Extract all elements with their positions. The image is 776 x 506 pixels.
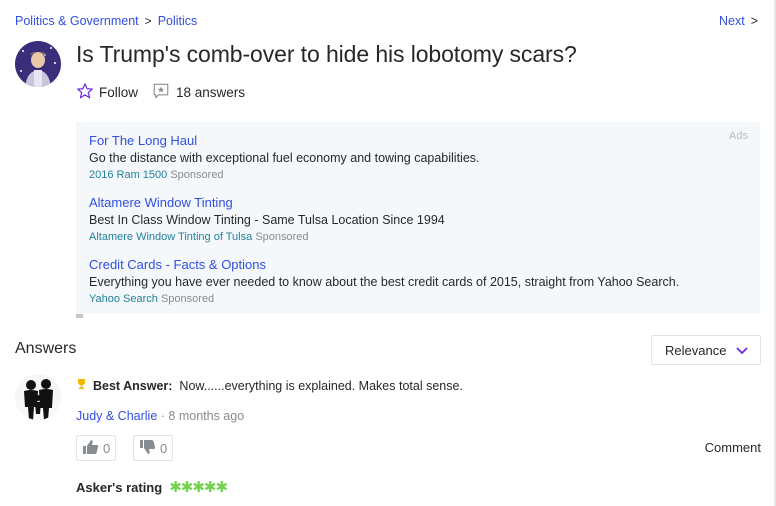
ad-source[interactable]: Yahoo Search — [89, 293, 158, 305]
ad-source-line: Yahoo Search Sponsored — [89, 293, 679, 305]
asker-avatar[interactable] — [15, 41, 61, 87]
answer-author-name[interactable]: Judy & Charlie — [76, 409, 157, 423]
chevron-down-icon — [736, 343, 748, 358]
question-title: Is Trump's comb-over to hide his lobotom… — [76, 41, 577, 67]
ad-sponsored-label: Sponsored — [255, 231, 309, 243]
breadcrumb-subcategory[interactable]: Politics — [158, 14, 198, 28]
ad-title[interactable]: For The Long Haul — [89, 133, 480, 148]
asker-rating: Asker's rating ✱✱✱✱✱ — [76, 478, 229, 496]
follow-button[interactable]: Follow — [76, 82, 138, 103]
best-answer: Best Answer: Now......everything is expl… — [76, 378, 463, 393]
ad-description: Best In Class Window Tinting - Same Tuls… — [89, 213, 445, 227]
rating-star-icon: ✱ — [192, 479, 205, 496]
ads-panel: Ads For The Long Haul Go the distance wi… — [76, 122, 760, 318]
question-actions: Follow 18 answers — [76, 82, 245, 103]
upvote-count: 0 — [103, 440, 111, 456]
next-label: Next — [718, 14, 745, 28]
breadcrumb: Politics & Government > Politics — [15, 14, 197, 28]
star-outline-icon — [76, 82, 94, 103]
rating-star-icon: ✱ — [203, 479, 217, 496]
next-chevron-icon: > — [750, 14, 758, 28]
next-question-link[interactable]: Next > — [719, 14, 758, 28]
rating-star-icon: ✱ — [180, 479, 194, 496]
rating-stars: ✱✱✱✱✱ — [169, 478, 229, 496]
breadcrumb-category[interactable]: Politics & Government — [15, 14, 139, 28]
ad-source[interactable]: Altamere Window Tinting of Tulsa — [89, 231, 252, 243]
answerer-avatar[interactable] — [15, 374, 61, 420]
ad-title[interactable]: Credit Cards - Facts & Options — [89, 257, 679, 272]
rating-label: Asker's rating — [76, 479, 163, 495]
ad-source[interactable]: 2016 Ram 1500 — [89, 169, 167, 181]
ad-sponsored-label: Sponsored — [160, 293, 215, 305]
ad-source-line: Altamere Window Tinting of Tulsa Sponsor… — [89, 231, 445, 243]
sort-dropdown[interactable]: Relevance — [651, 335, 761, 365]
ad-item[interactable]: Altamere Window Tinting Best In Class Wi… — [89, 195, 445, 243]
answers-count[interactable]: 18 answers — [152, 82, 245, 103]
thumbs-down-icon — [139, 439, 156, 458]
answers-heading: Answers — [15, 340, 77, 357]
ad-source-line: 2016 Ram 1500 Sponsored — [89, 169, 480, 181]
answer-time: · 8 months ago — [157, 409, 245, 423]
ad-item[interactable]: For The Long Haul Go the distance with e… — [89, 133, 480, 181]
rating-star-icon: ✱ — [215, 479, 229, 496]
ad-description: Everything you have ever needed to know … — [89, 275, 680, 289]
breadcrumb-separator: > — [144, 14, 152, 28]
speech-bubble-star-icon — [152, 82, 170, 103]
thumbs-up-icon — [82, 439, 99, 458]
upvote-button[interactable]: 0 — [76, 435, 117, 461]
answers-count-label: 18 answers — [176, 85, 246, 100]
trophy-icon — [76, 378, 87, 393]
ad-scroll-marker — [76, 314, 83, 318]
best-answer-label: Best Answer: — [93, 378, 173, 393]
ad-title[interactable]: Altamere Window Tinting — [89, 195, 445, 210]
ads-label: Ads — [729, 130, 748, 142]
best-answer-text: Now......everything is explained. Makes … — [179, 378, 463, 393]
ad-sponsored-label: Sponsored — [170, 169, 224, 181]
follow-label: Follow — [99, 85, 139, 100]
sort-label: Relevance — [665, 342, 727, 358]
ad-description: Go the distance with exceptional fuel ec… — [89, 151, 480, 165]
downvote-count: 0 — [160, 440, 168, 456]
comment-button[interactable]: Comment — [705, 440, 761, 455]
answer-author-line: Judy & Charlie · 8 months ago — [76, 409, 244, 423]
downvote-button[interactable]: 0 — [133, 435, 174, 461]
rating-star-icon: ✱ — [169, 479, 182, 496]
ad-item[interactable]: Credit Cards - Facts & Options Everythin… — [89, 257, 679, 305]
